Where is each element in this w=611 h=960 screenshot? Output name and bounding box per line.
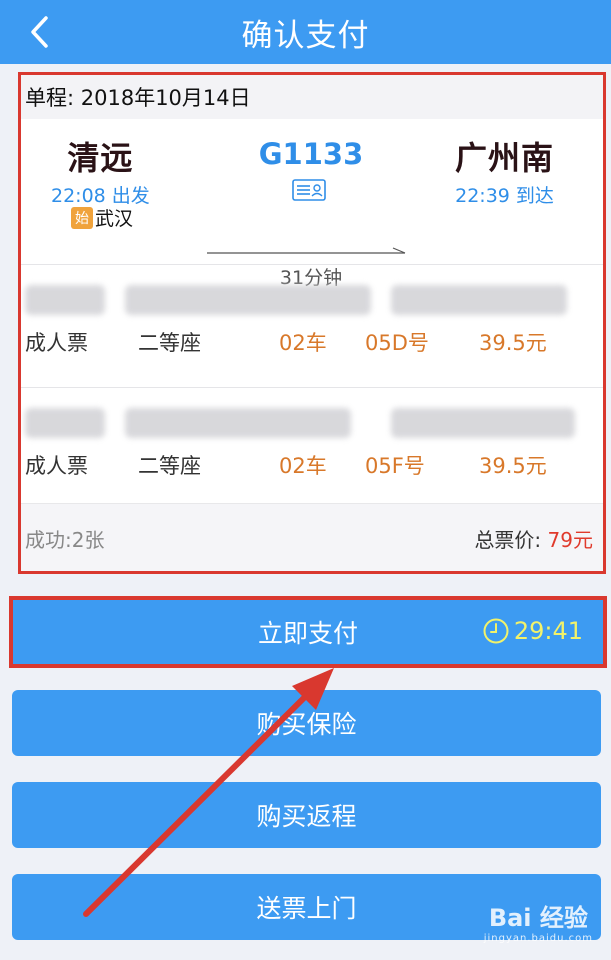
pay-now-label: 立即支付 bbox=[257, 619, 358, 648]
seat-class: 二等座 bbox=[138, 331, 201, 355]
buy-return-trip-button[interactable]: 购买返程 bbox=[12, 782, 601, 848]
origin-station-name: 武汉 bbox=[95, 208, 134, 230]
origin-station-tag: 始 武汉 bbox=[71, 204, 133, 231]
chevron-left-icon bbox=[31, 16, 48, 48]
arrival-time: 22:39 到达 bbox=[455, 185, 554, 207]
redacted-name bbox=[25, 408, 105, 438]
baidu-jingyan-watermark: Bai 经验 jingyan.baidu.com bbox=[484, 898, 593, 944]
top-bar: 确认支付 bbox=[0, 0, 611, 64]
seat-class: 二等座 bbox=[138, 454, 201, 478]
journey-arrow-icon bbox=[207, 247, 406, 254]
redacted-id-type bbox=[391, 285, 567, 315]
departure-station-name: 清远 bbox=[67, 139, 134, 177]
pay-now-button[interactable]: 立即支付 29:41 bbox=[13, 600, 603, 664]
order-summary: 成功:2张 总票价: 79元 bbox=[21, 503, 603, 571]
total-price-amount: 79元 bbox=[547, 528, 593, 552]
arrival-station: 广州南 22:39 到达 bbox=[455, 133, 554, 208]
seat-number: 05F号 bbox=[365, 454, 425, 478]
ticket-card: 单程: 2018年10月14日 清远 22:08 出发 始 武汉 G1133 3… bbox=[18, 72, 606, 574]
origin-badge: 始 bbox=[71, 206, 93, 229]
redacted-id-type bbox=[391, 408, 575, 438]
watermark-brand: Bai 经验 bbox=[488, 904, 588, 932]
redacted-id-number bbox=[125, 285, 371, 315]
passenger-row: 成人票 二等座 02车 05D号 39.5元 bbox=[21, 265, 603, 387]
ticket-type: 成人票 bbox=[25, 454, 88, 478]
ticket-price: 39.5元 bbox=[479, 331, 547, 355]
trip-date: 单程: 2018年10月14日 bbox=[21, 75, 603, 119]
train-number[interactable]: G1133 bbox=[251, 137, 371, 171]
trip-summary: 清远 22:08 出发 始 武汉 G1133 31分钟 广州南 22:39 到达 bbox=[21, 119, 603, 289]
departure-station: 清远 22:08 出发 bbox=[51, 133, 150, 208]
success-count: 成功:2张 bbox=[25, 528, 105, 552]
clock-icon bbox=[483, 618, 509, 644]
redacted-name bbox=[25, 285, 105, 315]
buy-insurance-button[interactable]: 购买保险 bbox=[12, 690, 601, 756]
ticket-info-icon[interactable] bbox=[292, 179, 326, 201]
passenger-row: 成人票 二等座 02车 05F号 39.5元 bbox=[21, 388, 603, 510]
seat-number: 05D号 bbox=[365, 331, 429, 355]
countdown-value: 29:41 bbox=[513, 617, 583, 645]
countdown-timer: 29:41 bbox=[482, 617, 583, 645]
ticket-price: 39.5元 bbox=[479, 454, 547, 478]
car-number: 02车 bbox=[279, 331, 327, 355]
total-price-label: 总票价: bbox=[474, 528, 548, 552]
ticket-type: 成人票 bbox=[25, 331, 88, 355]
total-price: 总票价: 79元 bbox=[474, 524, 593, 553]
arrival-station-name: 广州南 bbox=[455, 139, 555, 177]
page-title: 确认支付 bbox=[241, 17, 370, 54]
back-button[interactable] bbox=[22, 14, 58, 50]
watermark-url: jingyan.baidu.com bbox=[483, 933, 593, 944]
car-number: 02车 bbox=[279, 454, 327, 478]
redacted-id-number bbox=[125, 408, 351, 438]
